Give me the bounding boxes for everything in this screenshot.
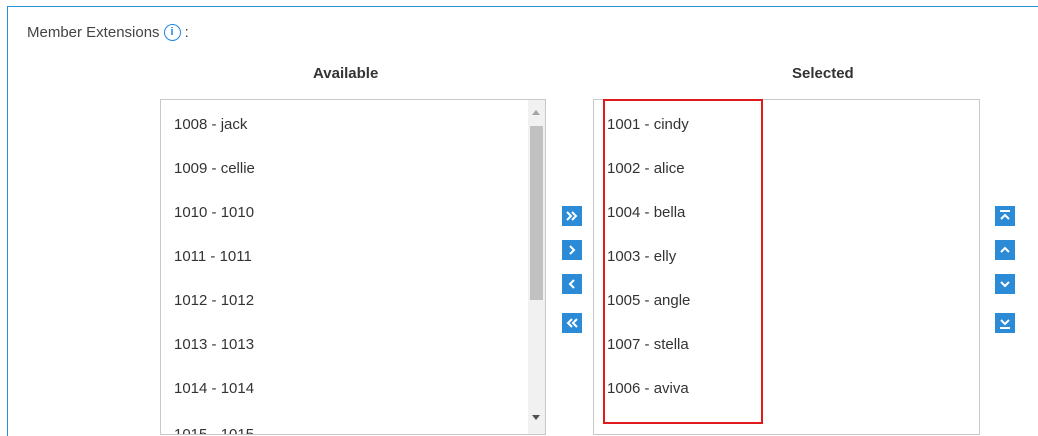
info-icon[interactable]: i [163, 24, 181, 41]
list-item[interactable]: 1010 - 1010 [174, 204, 254, 221]
member-extensions-label: Member Extensions i : [27, 24, 189, 41]
list-item[interactable]: 1014 - 1014 [174, 380, 254, 397]
chevron-up-icon [1000, 246, 1010, 253]
list-item[interactable]: 1011 - 1011 [174, 248, 252, 265]
move-all-right-button[interactable] [562, 206, 582, 226]
move-up-button[interactable] [995, 240, 1015, 260]
available-title: Available [313, 65, 379, 82]
double-chevron-right-icon [566, 211, 578, 221]
selected-title: Selected [792, 65, 854, 82]
move-top-button[interactable] [995, 206, 1015, 226]
move-down-button[interactable] [995, 274, 1015, 294]
move-left-button[interactable] [562, 274, 582, 294]
available-scrollbar[interactable] [528, 100, 545, 434]
list-item[interactable]: 1013 - 1013 [174, 336, 254, 353]
move-bottom-button[interactable] [995, 313, 1015, 333]
chevron-down-icon [1000, 281, 1010, 288]
field-label-suffix: : [184, 24, 189, 41]
scroll-down-arrow-icon[interactable] [532, 415, 540, 420]
scroll-thumb[interactable] [530, 126, 543, 300]
selection-highlight-box [603, 99, 763, 424]
list-item[interactable]: 1015 - 1015 [174, 426, 254, 434]
list-item[interactable]: 1009 - cellie [174, 160, 255, 177]
chevron-left-icon [568, 279, 575, 289]
double-chevron-left-icon [566, 318, 578, 328]
move-to-top-icon [1000, 210, 1010, 220]
field-label-text: Member Extensions [27, 24, 160, 41]
available-list[interactable]: 1008 - jack 1009 - cellie 1010 - 1010 10… [160, 99, 546, 435]
list-item[interactable]: 1012 - 1012 [174, 292, 254, 309]
scroll-up-arrow-icon[interactable] [532, 110, 540, 115]
move-all-left-button[interactable] [562, 313, 582, 333]
move-to-bottom-icon [1000, 319, 1010, 329]
move-right-button[interactable] [562, 240, 582, 260]
list-item[interactable]: 1008 - jack [174, 116, 247, 133]
chevron-right-icon [569, 245, 576, 255]
